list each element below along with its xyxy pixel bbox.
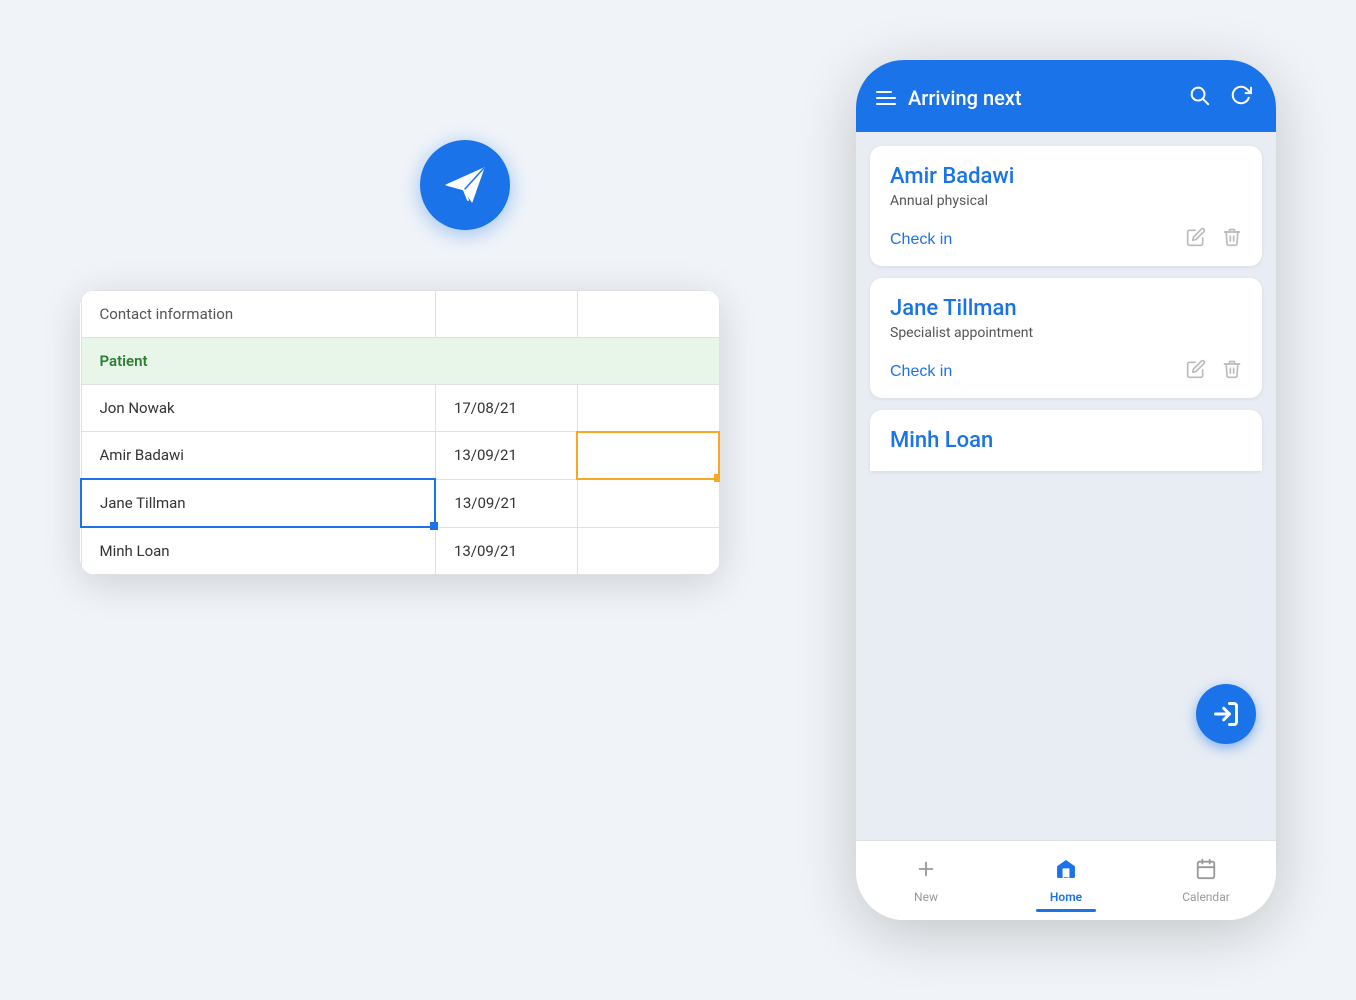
home-icon: [1055, 858, 1077, 886]
patient-date-1: 17/08/21: [435, 385, 577, 432]
patient-extra-1: [577, 385, 719, 432]
patient-date-4: 13/09/21: [435, 527, 577, 575]
new-icon: [915, 858, 937, 886]
col-date-header: [435, 291, 577, 338]
section-patient: Patient: [81, 338, 719, 385]
nav-item-calendar[interactable]: Calendar: [1136, 850, 1276, 912]
patient-extra-4: [577, 527, 719, 575]
patient-name-2: Amir Badawi: [81, 432, 435, 480]
card-actions-2: Check in: [890, 359, 1242, 384]
delete-icon-2[interactable]: [1222, 359, 1242, 384]
nav-label-new: New: [914, 890, 938, 904]
nav-item-home[interactable]: Home: [996, 850, 1136, 912]
nav-label-calendar: Calendar: [1182, 890, 1230, 904]
phone-frame: Arriving next Amir Badawi Annual physica…: [856, 60, 1276, 920]
patient-extra-3: [577, 479, 719, 527]
col-extra-header: [577, 291, 719, 338]
patient-name-1: Jon Nowak: [81, 385, 435, 432]
patient-name-card-1: Amir Badawi: [890, 164, 1242, 189]
check-in-btn-1[interactable]: Check in: [890, 231, 1170, 249]
menu-icon[interactable]: [876, 91, 896, 105]
patient-card-1: Amir Badawi Annual physical Check in: [870, 146, 1262, 266]
patient-name-4: Minh Loan: [81, 527, 435, 575]
patient-card-3-partial: Minh Loan: [870, 410, 1262, 471]
search-icon[interactable]: [1184, 80, 1214, 116]
calendar-icon: [1195, 858, 1217, 886]
phone-body: Amir Badawi Annual physical Check in: [856, 132, 1276, 840]
edit-icon-1[interactable]: [1186, 227, 1206, 252]
nav-active-indicator: [1036, 909, 1096, 912]
card-actions-1: Check in: [890, 227, 1242, 252]
paper-plane-logo: [420, 140, 510, 230]
phone-title: Arriving next: [908, 86, 1172, 110]
nav-label-home: Home: [1050, 890, 1082, 904]
check-in-btn-2[interactable]: Check in: [890, 363, 1170, 381]
delete-icon-1[interactable]: [1222, 227, 1242, 252]
col-contact-info: Contact information: [81, 291, 435, 338]
patient-date-2: 13/09/21: [435, 432, 577, 480]
fab-checkin[interactable]: [1196, 684, 1256, 744]
patient-name-card-2: Jane Tillman: [890, 296, 1242, 321]
refresh-icon[interactable]: [1226, 80, 1256, 116]
spreadsheet-card: Contact information Patient Jon Nowak 17…: [80, 290, 720, 575]
phone-header: Arriving next: [856, 60, 1276, 132]
patient-card-2: Jane Tillman Specialist appointment Chec…: [870, 278, 1262, 398]
patient-extra-2-yellow[interactable]: [577, 432, 719, 480]
patient-name-3-selected[interactable]: Jane Tillman: [81, 479, 435, 527]
patient-date-3: 13/09/21: [435, 479, 577, 527]
patient-type-card-1: Annual physical: [890, 193, 1242, 209]
patient-type-card-2: Specialist appointment: [890, 325, 1242, 341]
edit-icon-2[interactable]: [1186, 359, 1206, 384]
phone-nav: New Home Calendar: [856, 840, 1276, 920]
patient-name-card-3: Minh Loan: [890, 428, 1242, 453]
nav-item-new[interactable]: New: [856, 850, 996, 912]
